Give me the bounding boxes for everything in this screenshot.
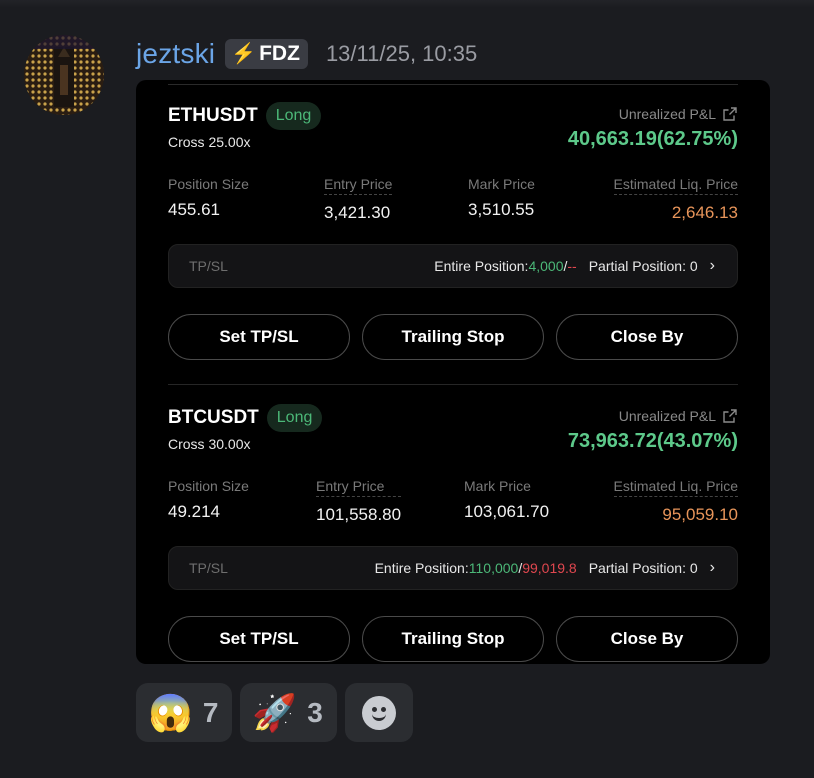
- previous-message-edge: [0, 0, 814, 8]
- position-size: Position Size 455.61: [168, 176, 249, 220]
- add-reaction-button[interactable]: [344, 683, 413, 742]
- pnl-label-text: Unrealized P&L: [618, 408, 716, 424]
- reaction-scream[interactable]: 😱 7: [136, 683, 233, 742]
- liq-price: Estimated Liq. Price 2,646.13: [613, 176, 738, 223]
- tpsl-label: TP/SL: [189, 258, 228, 274]
- stat-value: 95,059.10: [662, 505, 738, 524]
- pnl-label-text: Unrealized P&L: [618, 106, 716, 122]
- entire-position-label: Entire Position:: [434, 258, 529, 274]
- stats-row: Position Size 49.214 Entry Price 101,558…: [168, 478, 738, 538]
- take-profit-value: 110,000: [468, 560, 519, 576]
- server-tag-label: FDZ: [259, 42, 300, 65]
- reaction-rocket[interactable]: 🚀 3: [240, 683, 337, 742]
- reaction-bar: 😱 7 🚀 3: [136, 683, 413, 742]
- stat-label: Position Size: [168, 176, 249, 192]
- mark-price: Mark Price 103,061.70: [464, 478, 549, 522]
- message-header: jeztski ⚡ FDZ 13/11/25, 10:35: [136, 36, 477, 72]
- server-tag[interactable]: ⚡ FDZ: [225, 39, 308, 69]
- position-divider: [168, 384, 738, 385]
- side-badge: Long: [266, 404, 323, 432]
- top-divider: [168, 84, 738, 85]
- tpsl-label: TP/SL: [189, 560, 228, 576]
- avatar[interactable]: [24, 35, 104, 115]
- tpsl-values: Entire Position: 4,000 / -- Partial Posi…: [434, 257, 715, 275]
- symbol-row: BTCUSDT Long: [168, 404, 323, 432]
- symbol: BTCUSDT: [168, 407, 259, 428]
- pnl-value: 73,963.72(43.07%): [567, 430, 738, 452]
- share-icon[interactable]: [722, 408, 738, 424]
- take-profit-value: 4,000: [528, 258, 564, 274]
- close-by-button[interactable]: Close By: [556, 616, 738, 662]
- stat-label[interactable]: Estimated Liq. Price: [613, 176, 738, 195]
- tpsl-row[interactable]: TP/SL Entire Position: 110,000 / 99,019.…: [168, 546, 738, 590]
- stat-value: 49.214: [168, 502, 220, 521]
- stat-label: Mark Price: [468, 176, 535, 192]
- stat-value: 455.61: [168, 200, 220, 219]
- share-icon[interactable]: [722, 106, 738, 122]
- username[interactable]: jeztski: [136, 38, 215, 70]
- liq-price: Estimated Liq. Price 95,059.10: [613, 478, 738, 525]
- stat-value: 103,061.70: [464, 502, 550, 521]
- symbol-row: ETHUSDT Long: [168, 102, 322, 130]
- stat-value: 101,558.80: [316, 505, 402, 524]
- partial-position: Partial Position: 0: [588, 258, 698, 274]
- timestamp[interactable]: 13/11/25, 10:35: [326, 41, 477, 67]
- tpsl-row[interactable]: TP/SL Entire Position: 4,000 / -- Partia…: [168, 244, 738, 288]
- stat-label[interactable]: Entry Price: [324, 176, 393, 195]
- smiley-icon: [361, 695, 396, 730]
- chevron-right-icon: ›: [709, 559, 715, 576]
- stat-label: Position Size: [168, 478, 249, 494]
- chevron-right-icon: ›: [709, 257, 715, 274]
- scream-emoji-icon: 😱: [148, 691, 193, 733]
- action-buttons: Set TP/SL Trailing Stop Close By: [168, 616, 738, 662]
- reaction-count: 7: [202, 696, 219, 728]
- close-by-button[interactable]: Close By: [556, 314, 738, 360]
- pnl-value: 40,663.19(62.75%): [567, 128, 738, 150]
- trailing-stop-button[interactable]: Trailing Stop: [362, 314, 544, 360]
- entire-position-label: Entire Position:: [374, 560, 469, 576]
- pnl-label: Unrealized P&L: [619, 408, 738, 424]
- mark-price: Mark Price 3,510.55: [468, 176, 535, 220]
- partial-position: Partial Position: 0: [588, 560, 698, 576]
- stat-value: 3,510.55: [468, 200, 535, 219]
- position-size: Position Size 49.214: [168, 478, 249, 522]
- trailing-stop-button[interactable]: Trailing Stop: [362, 616, 544, 662]
- stop-loss-value: --: [567, 258, 577, 274]
- stat-value: 3,421.30: [324, 203, 391, 222]
- symbol: ETHUSDT: [168, 105, 258, 126]
- stat-label: Mark Price: [464, 478, 531, 494]
- entry-price: Entry Price 3,421.30: [324, 176, 393, 223]
- rocket-emoji-icon: 🚀: [252, 691, 298, 733]
- stats-row: Position Size 455.61 Entry Price 3,421.3…: [168, 176, 738, 236]
- leverage-label: Cross 25.00x: [168, 134, 251, 150]
- action-buttons: Set TP/SL Trailing Stop Close By: [168, 314, 738, 360]
- tpsl-values: Entire Position: 110,000 / 99,019.8 Part…: [375, 559, 715, 577]
- set-tpsl-button[interactable]: Set TP/SL: [168, 616, 350, 662]
- attached-screenshot[interactable]: ETHUSDT Long Cross 25.00x Unrealized P&L…: [136, 80, 770, 664]
- set-tpsl-button[interactable]: Set TP/SL: [168, 314, 350, 360]
- side-badge: Long: [265, 102, 322, 130]
- stat-label[interactable]: Entry Price: [316, 478, 402, 497]
- lightning-icon: ⚡: [231, 43, 257, 65]
- pnl-label: Unrealized P&L: [619, 106, 738, 122]
- stat-label[interactable]: Estimated Liq. Price: [613, 478, 738, 497]
- stat-value: 2,646.13: [671, 203, 738, 222]
- stop-loss-value: 99,019.8: [522, 560, 577, 576]
- reaction-count: 3: [307, 696, 323, 728]
- leverage-label: Cross 30.00x: [168, 436, 251, 452]
- entry-price: Entry Price 101,558.80: [316, 478, 402, 525]
